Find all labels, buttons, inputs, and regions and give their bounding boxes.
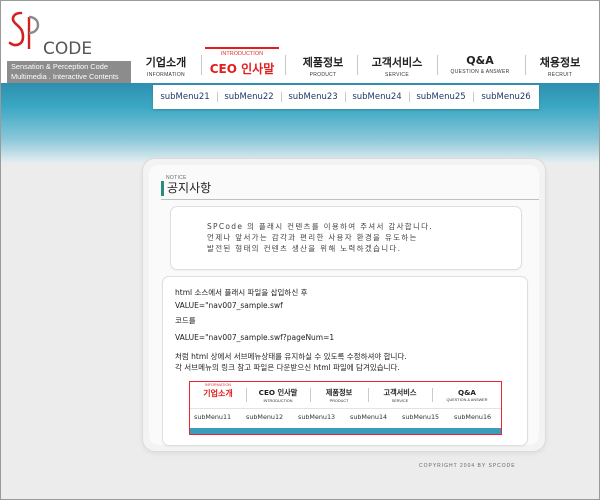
- preview-nav-label: 기업소개: [203, 389, 233, 398]
- greeting-line: SPCode 의 플래시 컨텐츠를 이용하여 주셔서 감사합니다.: [207, 222, 434, 231]
- submenu-item[interactable]: subMenu21: [153, 85, 217, 109]
- nav-divider: [357, 55, 358, 75]
- nav-label: 기업소개: [145, 56, 187, 69]
- nav-item-information[interactable]: 기업소개 INFORMATION: [135, 41, 197, 81]
- preview-submenu-item[interactable]: subMenu14: [350, 413, 387, 421]
- preview-nav-item-product[interactable]: 제품정보 PRODUCT: [312, 382, 366, 406]
- preview-nav-item-information[interactable]: INFORMATION 기업소개: [192, 382, 244, 406]
- main-nav: 기업소개 INFORMATION INTRODUCTION CEO 인사말 제품…: [135, 41, 595, 81]
- info-line: 코드를: [175, 316, 196, 325]
- submenu-item[interactable]: subMenu25: [409, 85, 473, 109]
- info-line: 각 서브메뉴의 링크 참고 파일은 다운받으신 html 파일에 담겨있습니다.: [175, 363, 400, 372]
- preview-nav-sublabel: INTRODUCTION: [263, 399, 293, 403]
- info-code-line: VALUE="nav007_sample.swf?pageNum=1: [175, 333, 335, 342]
- title-divider: [161, 199, 539, 200]
- page-title: 공지사항: [167, 181, 212, 195]
- preview-nav-sublabel: SERVICE: [391, 399, 409, 403]
- preview-nav-sublabel: INFORMATION: [204, 383, 232, 387]
- nav-label: 제품정보: [302, 56, 344, 69]
- submenu-item[interactable]: subMenu23: [281, 85, 345, 109]
- nav-label: 채용정보: [539, 56, 581, 69]
- submenu-item[interactable]: subMenu22: [217, 85, 281, 109]
- nav-preview: INFORMATION 기업소개 CEO 인사말 INTRODUCTION 제품…: [189, 381, 502, 435]
- preview-nav-item-service[interactable]: 고객서비스 SERVICE: [370, 382, 430, 406]
- nav-label: 고객서비스: [371, 56, 423, 69]
- nav-divider: [201, 55, 202, 75]
- preview-nav-label: CEO 인사말: [258, 388, 298, 397]
- preview-nav-sublabel: QUESTION & ANSWER: [446, 398, 488, 402]
- greeting-line: 언제나 앞서가는 감각과 편리한 사용자 환경을 유도하는: [207, 233, 418, 242]
- preview-nav-divider: [368, 388, 369, 402]
- page-frame: CODE Sensation & Perception Code Multime…: [0, 0, 600, 500]
- submenu-bar: subMenu21 subMenu22 subMenu23 subMenu24 …: [153, 85, 539, 109]
- nav-sublabel: INFORMATION: [147, 72, 185, 78]
- info-line: 처럼 html 상에서 서브메뉴상태를 유지하실 수 있도록 수정하셔야 합니다…: [175, 352, 407, 361]
- preview-nav-label: Q&A: [458, 388, 476, 397]
- preview-nav-sublabel: PRODUCT: [329, 399, 349, 403]
- spcode-logo-icon: [8, 11, 40, 49]
- preview-submenu-item[interactable]: subMenu12: [246, 413, 283, 421]
- tagline-line-1: Sensation & Perception Code: [11, 62, 108, 71]
- content-card-inner: NOTICE 공지사항 SPCode 의 플래시 컨텐츠를 이용하여 주셔서 감…: [149, 165, 539, 445]
- greeting-box: SPCode 의 플래시 컨텐츠를 이용하여 주셔서 감사합니다. 언제나 앞서…: [171, 207, 521, 269]
- copyright-text: COPYRIGHT 2004 BY SPCODE: [419, 463, 516, 469]
- title-accent-bar: [161, 181, 164, 196]
- content-card: NOTICE 공지사항 SPCode 의 플래시 컨텐츠를 이용하여 주셔서 감…: [143, 159, 545, 451]
- nav-sublabel: INTRODUCTION: [220, 51, 264, 57]
- preview-submenu-item[interactable]: subMenu15: [402, 413, 439, 421]
- preview-nav-divider: [246, 388, 247, 402]
- preview-submenu-item[interactable]: subMenu16: [454, 413, 491, 421]
- preview-submenu-item[interactable]: subMenu11: [194, 413, 231, 421]
- nav-label: CEO 인사말: [209, 62, 275, 76]
- nav-sublabel: SERVICE: [385, 72, 409, 78]
- info-code-line: VALUE="nav007_sample.swf: [175, 301, 283, 310]
- greeting-line: 발전된 형태의 컨텐츠 생산을 위해 노력하겠습니다.: [207, 244, 402, 253]
- info-box: html 소스에서 플래시 파일을 삽입하신 후 VALUE="nav007_s…: [163, 277, 527, 445]
- nav-divider: [525, 55, 526, 75]
- preview-nav-label: 고객서비스: [383, 388, 417, 397]
- nav-sublabel: PRODUCT: [309, 72, 337, 78]
- submenu-item[interactable]: subMenu26: [473, 85, 539, 109]
- header: CODE Sensation & Perception Code Multime…: [1, 1, 599, 83]
- preview-nav-divider: [432, 388, 433, 402]
- brand-name: CODE: [43, 39, 93, 59]
- preview-submenu-item[interactable]: subMenu13: [298, 413, 335, 421]
- nav-item-service[interactable]: 고객서비스 SERVICE: [359, 41, 435, 81]
- nav-label: Q&A: [466, 54, 494, 67]
- logo-tagline: Sensation & Perception Code Multimedia .…: [7, 61, 131, 83]
- preview-submenu-bar: subMenu11 subMenu12 subMenu13 subMenu14 …: [190, 408, 501, 428]
- nav-divider: [437, 55, 438, 75]
- preview-nav-label: 제품정보: [325, 388, 353, 397]
- preview-nav-divider: [310, 388, 311, 402]
- nav-item-product[interactable]: 제품정보 PRODUCT: [291, 41, 355, 81]
- preview-bottom-band: [190, 428, 501, 434]
- info-line: html 소스에서 플래시 파일을 삽입하신 후: [175, 288, 308, 297]
- nav-sublabel: QUESTION & ANSWER: [450, 69, 510, 75]
- nav-divider: [285, 55, 286, 75]
- nav-item-qna[interactable]: Q&A QUESTION & ANSWER: [439, 41, 521, 81]
- nav-item-recruit[interactable]: 채용정보 RECRUIT: [527, 41, 593, 81]
- tagline-line-2: Multimedia . Interactive Contents: [11, 72, 119, 81]
- preview-nav-item-qna[interactable]: Q&A QUESTION & ANSWER: [434, 382, 500, 406]
- logo[interactable]: CODE Sensation & Perception Code Multime…: [7, 7, 131, 83]
- nav-sublabel: RECRUIT: [547, 72, 573, 78]
- preview-nav-item-ceo[interactable]: CEO 인사말 INTRODUCTION: [248, 382, 308, 406]
- submenu-item[interactable]: subMenu24: [345, 85, 409, 109]
- nav-item-ceo[interactable]: INTRODUCTION CEO 인사말: [205, 47, 279, 81]
